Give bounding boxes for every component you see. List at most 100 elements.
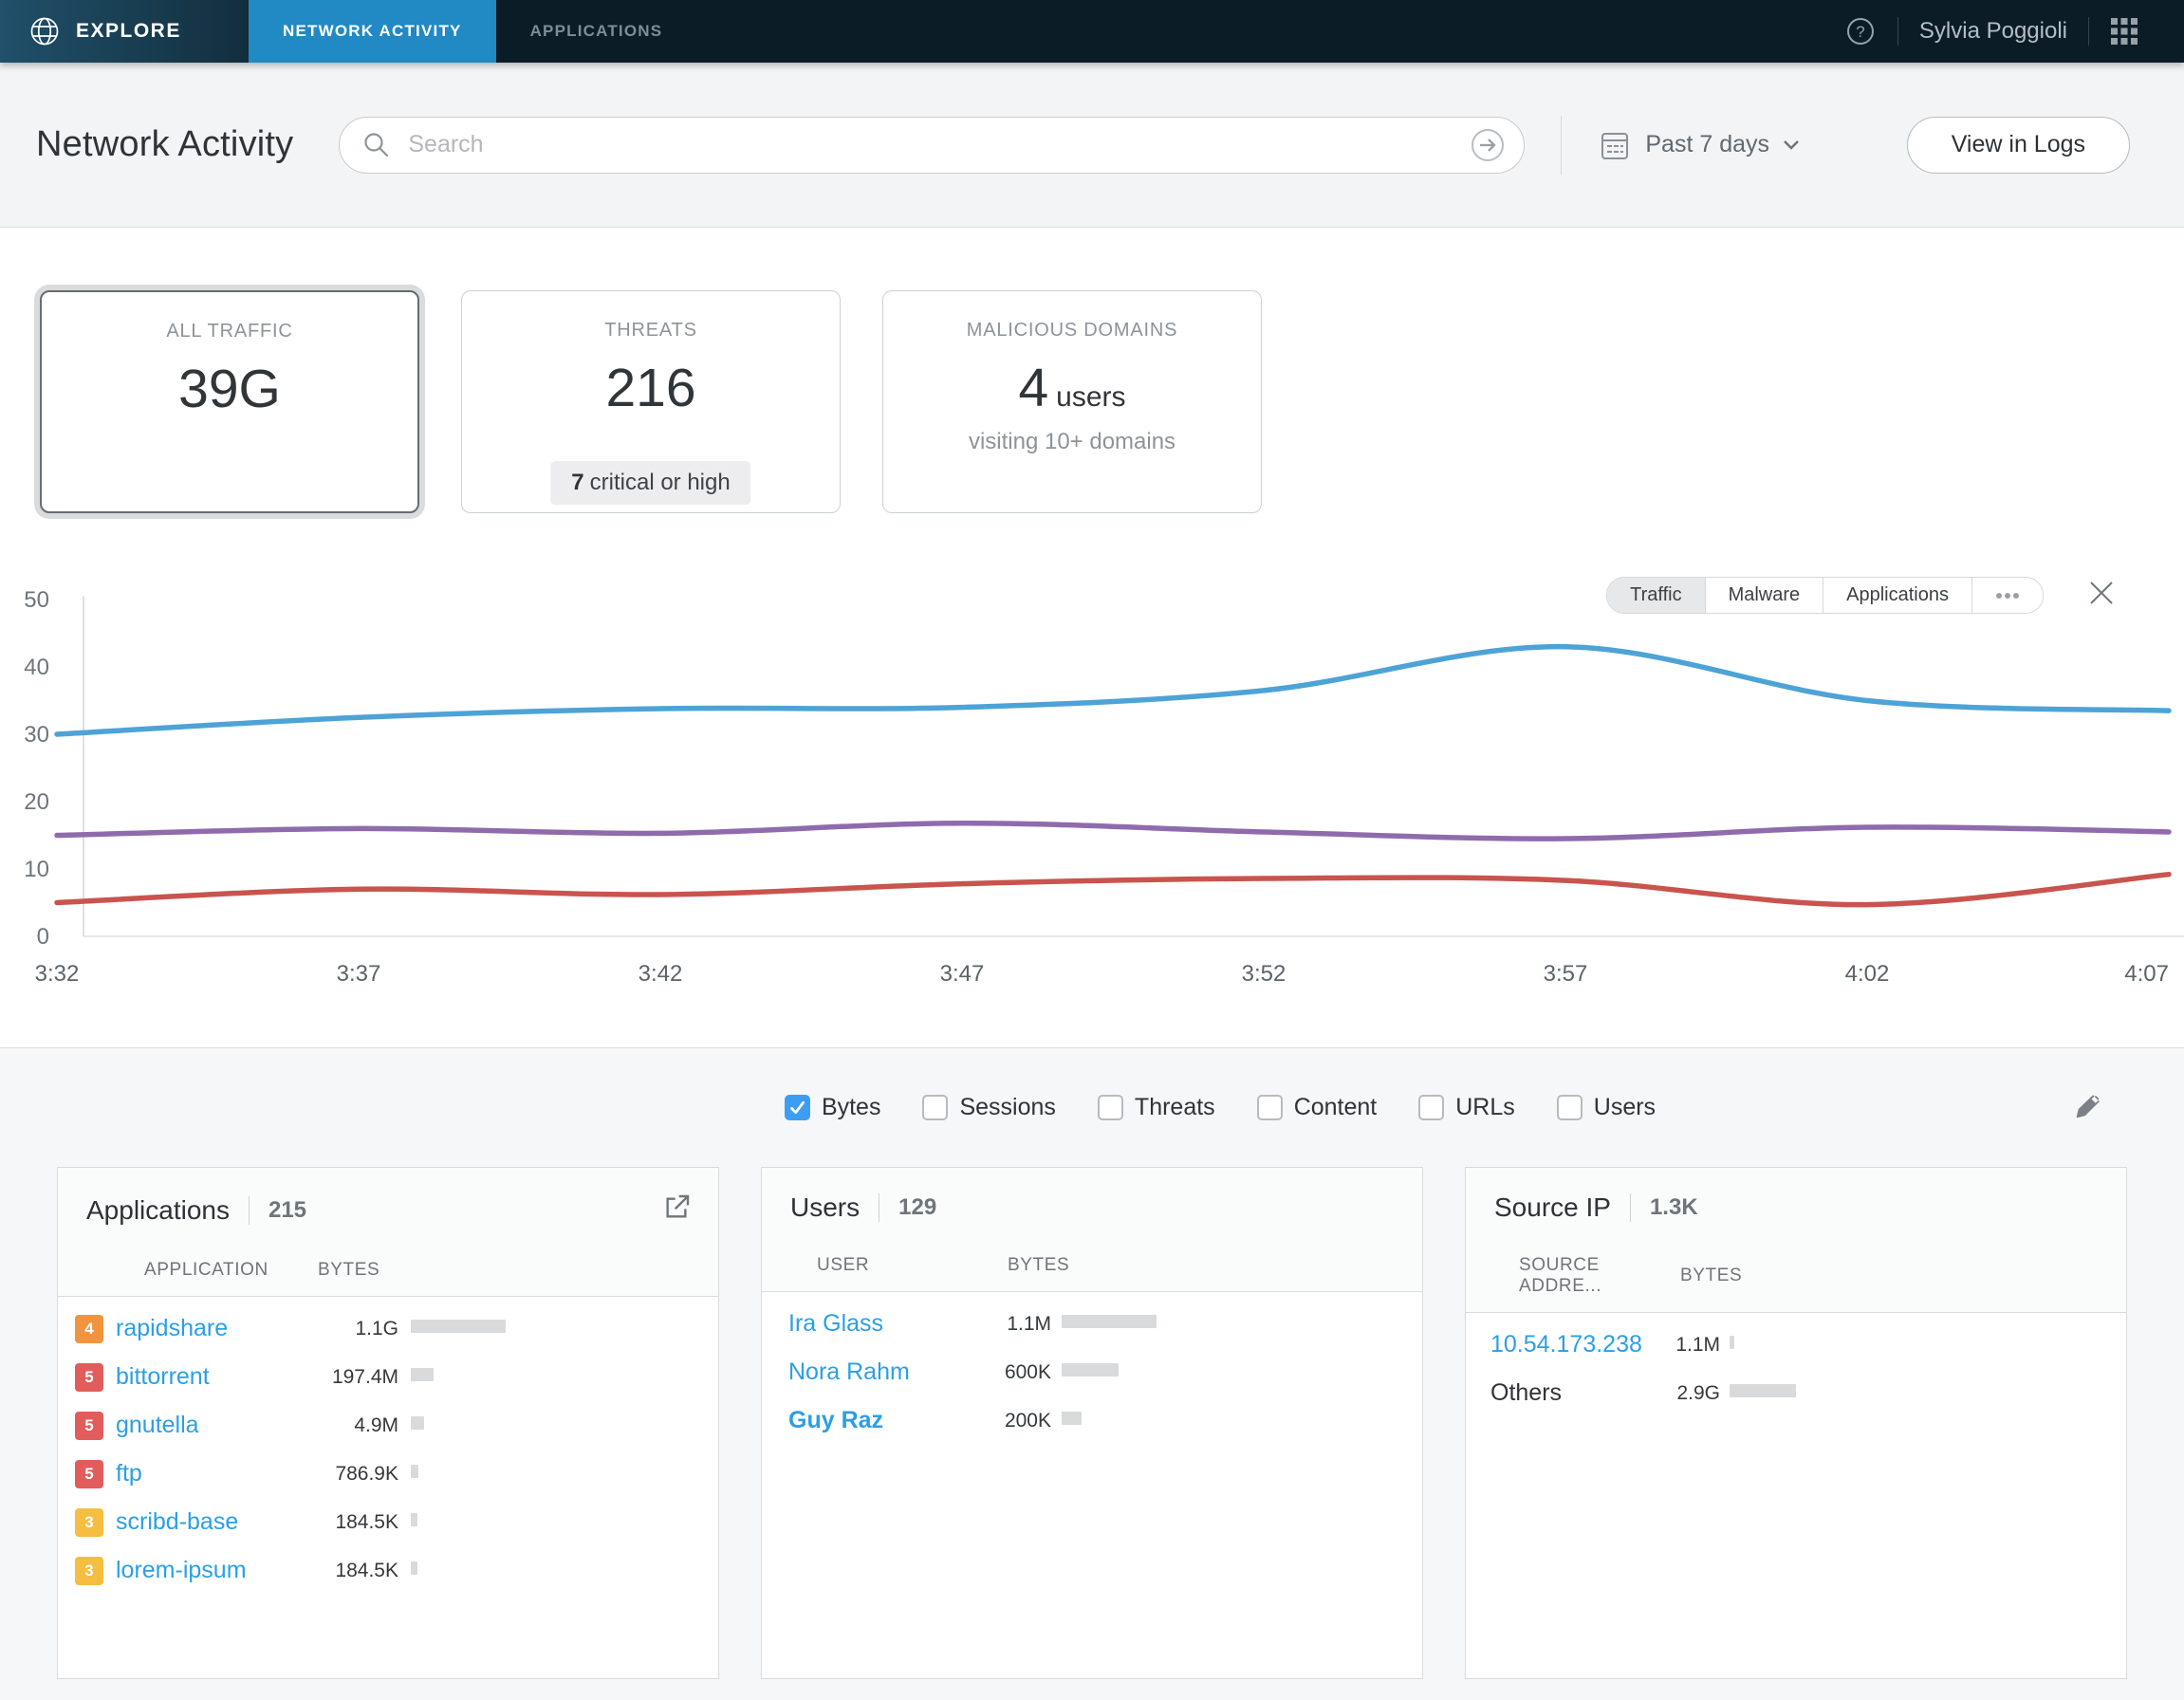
app-grid-icon[interactable] [2110,17,2138,46]
panel-count: 129 [898,1194,936,1221]
card-value: 4users [883,357,1261,419]
x-axis-tick-label: 3:47 [940,961,985,987]
chart-mode-switcher: Traffic Malware Applications [1606,577,2044,614]
filter-bytes[interactable]: Bytes [785,1094,881,1121]
view-in-logs-button[interactable]: View in Logs [1907,117,2130,174]
risk-badge: 3 [75,1508,103,1537]
row-name-link[interactable]: Ira Glass [788,1310,969,1338]
card-label: THREATS [462,320,840,342]
tab-applications[interactable]: APPLICATIONS [496,0,697,63]
row-name-link[interactable]: 10.54.173.238 [1490,1331,1642,1358]
card-subtext: visiting 10+ domains [883,429,1261,455]
column-header[interactable]: USER [817,1255,997,1276]
bytes-bar [1062,1363,1119,1377]
card-label: ALL TRAFFIC [42,321,417,342]
panel-title: Source IP [1494,1192,1611,1223]
risk-badge: 5 [75,1412,103,1440]
help-icon[interactable]: ? [1844,15,1877,47]
panel-count: 1.3K [1650,1194,1698,1221]
threats-severity-text: critical or high [590,470,731,495]
panel-count: 215 [268,1197,306,1224]
checkbox-unchecked-icon[interactable] [1557,1095,1582,1120]
chart-line-series-red [57,875,2169,905]
row-bytes-value: 200K [979,1410,1051,1432]
table-row: 5gnutella4.9M [58,1401,718,1450]
row-name-link: Others [1490,1379,1642,1407]
date-range-label: Past 7 days [1645,131,1769,158]
filter-urls[interactable]: URLs [1418,1094,1515,1121]
chart-mode-malware[interactable]: Malware [1706,578,1824,613]
top-nav: EXPLORE NETWORK ACTIVITY APPLICATIONS ? … [0,0,2184,63]
filter-content[interactable]: Content [1257,1094,1378,1121]
threats-severity-badge: 7 critical or high [550,461,750,505]
filter-sessions[interactable]: Sessions [922,1094,1055,1121]
checkbox-unchecked-icon[interactable] [1418,1095,1444,1120]
checkbox-unchecked-icon[interactable] [1257,1095,1283,1120]
bytes-bar [411,1368,434,1381]
tab-network-activity[interactable]: NETWORK ACTIVITY [249,0,496,63]
brand-label: EXPLORE [76,20,181,43]
column-header[interactable]: BYTES [318,1260,427,1281]
bytes-bar [411,1465,418,1478]
x-axis-tick-label: 3:32 [35,961,80,987]
panel-users: Users 129 USER BYTES Ira Glass1.1MNora R… [761,1167,1423,1679]
card-threats[interactable]: THREATS 216 7critical or high [461,290,841,513]
card-all-traffic[interactable]: ALL TRAFFIC 39G [40,290,419,513]
checkbox-unchecked-icon[interactable] [922,1095,948,1120]
card-malicious-domains[interactable]: MALICIOUS DOMAINS 4users visiting 10+ do… [882,290,1262,513]
x-axis-tick-label: 3:37 [337,961,381,987]
search-submit-icon[interactable] [1469,126,1507,164]
x-axis-tick-label: 3:57 [1544,961,1588,987]
chart-more-options-button[interactable] [1972,578,2043,613]
threats-severity-count: 7 [571,470,583,495]
column-header[interactable]: SOURCE ADDRE... [1519,1255,1671,1297]
risk-badge: 5 [75,1363,103,1392]
filter-threats[interactable]: Threats [1098,1094,1215,1121]
row-bytes-value: 184.5K [289,1511,398,1534]
table-row: Others2.9G [1466,1369,2126,1417]
checkbox-checked-icon[interactable] [785,1095,810,1120]
chart-line-series-purple [57,823,2169,839]
filter-label: Bytes [822,1094,881,1121]
row-name-link[interactable]: gnutella [116,1412,277,1439]
row-name-link[interactable]: Nora Rahm [788,1358,969,1386]
column-header[interactable]: BYTES [1008,1255,1080,1276]
checkbox-unchecked-icon[interactable] [1098,1095,1123,1120]
nav-divider [2088,17,2089,46]
chart-close-button[interactable] [2087,579,2116,612]
row-name-link[interactable]: Guy Raz [788,1407,969,1434]
card-value: 39G [42,358,417,420]
svg-text:?: ? [1856,23,1864,41]
chart-mode-traffic[interactable]: Traffic [1607,578,1705,613]
row-name-link[interactable]: lorem-ipsum [116,1557,277,1584]
table-row: Nora Rahm 600K [762,1348,1422,1396]
table-row: 3 scribd-base 184.5K [58,1498,718,1546]
row-bytes-value: 600K [979,1361,1051,1384]
x-axis-tick-label: 3:42 [639,961,683,987]
row-name-link[interactable]: rapidshare [116,1315,277,1342]
row-name-link[interactable]: scribd-base [116,1508,277,1536]
risk-badge: 3 [75,1557,103,1585]
row-name-link[interactable]: bittorrent [116,1363,277,1391]
card-label: MALICIOUS DOMAINS [883,320,1261,342]
table-row: 5ftp786.9K [58,1450,718,1498]
table-row: Guy Raz 200K [762,1396,1422,1445]
calendar-icon [1598,128,1632,162]
explore-brand[interactable]: EXPLORE [0,0,249,63]
chart-mode-applications[interactable]: Applications [1823,578,1972,613]
column-header[interactable]: APPLICATION [144,1260,305,1281]
search-bar[interactable] [339,117,1525,174]
edit-filters-button[interactable] [2070,1089,2102,1126]
filter-users[interactable]: Users [1557,1094,1656,1121]
bytes-bar [1062,1412,1082,1425]
date-range-selector[interactable]: Past 7 days [1598,128,1800,162]
row-bytes-value: 1.1M [1652,1334,1720,1357]
export-panel-button[interactable] [661,1192,692,1228]
row-name-link[interactable]: ftp [116,1460,277,1488]
search-input[interactable] [408,131,1469,158]
filter-label: Sessions [959,1094,1055,1121]
panel-title-separator [249,1196,250,1225]
user-name[interactable]: Sylvia Poggioli [1919,18,2067,45]
table-row: 5bittorrent197.4M [58,1353,718,1401]
column-header[interactable]: BYTES [1680,1266,1749,1286]
